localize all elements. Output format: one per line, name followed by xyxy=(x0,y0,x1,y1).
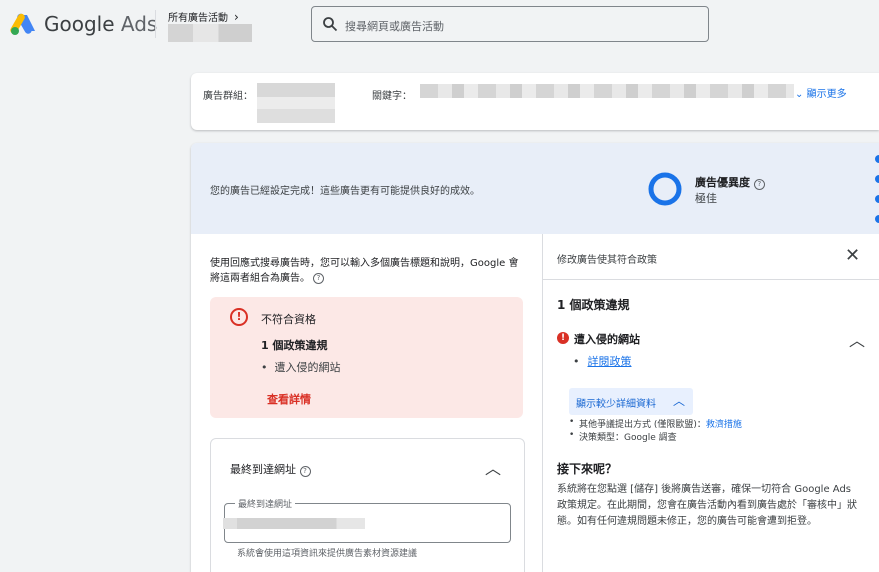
ad-editor-card: 您的廣告已經設定完成！這些廣告更有可能提供良好的成效。 廣告優異度 ? 極佳 使… xyxy=(191,143,879,572)
edge-indicator-dot xyxy=(875,195,879,203)
error-icon: ! xyxy=(230,308,248,326)
redacted-final-url xyxy=(223,518,365,529)
ad-strength-ring-icon xyxy=(648,172,682,206)
help-icon[interactable]: ? xyxy=(313,272,324,284)
breadcrumb-all-campaigns[interactable]: 所有廣告活動 › xyxy=(168,9,239,24)
view-details-link[interactable]: 查看詳情 xyxy=(267,391,311,407)
search-input-placeholder[interactable]: 搜尋網頁或廣告活動 xyxy=(345,18,444,34)
alert-violation-count: 1 個政策違規 xyxy=(261,339,328,352)
final-url-field[interactable]: 最終到達網址 xyxy=(223,497,511,543)
redacted-ad-group xyxy=(257,83,335,123)
show-less-details-button[interactable]: 顯示較少詳細資料 ︿ xyxy=(569,388,693,415)
ad-strength-banner: 您的廣告已經設定完成！這些廣告更有可能提供良好的成效。 廣告優異度 ? 極佳 xyxy=(191,143,879,234)
redacted-campaign-name xyxy=(168,24,252,42)
policy-fix-panel: 修改廣告使其符合政策 ✕ 1 個政策違規 ! 遭入侵的網站 ︿ • 詳閱政策 顯示… xyxy=(542,234,879,572)
rsa-description: 使用回應式搜尋廣告時，您可以輸入多個廣告標題和說明，Google 會將這兩者組合… xyxy=(210,258,519,284)
help-icon[interactable]: ? xyxy=(299,466,311,477)
ad-strength-label: 廣告優異度 ? xyxy=(695,174,765,190)
ad-form-column: 使用回應式搜尋廣告時，您可以輸入多個廣告標題和說明，Google 會將這兩者組合… xyxy=(191,234,542,572)
final-url-hint: 系統會使用這項資訊來提供廣告素材資源建議 xyxy=(237,549,418,559)
google-ads-wordmark: Google Ads xyxy=(44,12,158,36)
final-url-field-label: 最終到達網址 xyxy=(235,497,296,510)
detail-other-dispute: 其他爭議提出方式 (僅限歐盟)：救濟措施 xyxy=(579,420,742,430)
chevron-right-icon: › xyxy=(234,10,239,24)
header-divider xyxy=(155,10,156,38)
search-icon xyxy=(323,17,338,32)
panel-title: 修改廣告使其符合政策 xyxy=(557,255,657,266)
chevron-up-icon[interactable]: ︿ xyxy=(849,327,865,351)
edge-indicator-dot xyxy=(875,215,879,223)
panel-header: 修改廣告使其符合政策 ✕ xyxy=(543,234,879,280)
ad-group-label: 廣告群組： xyxy=(203,91,253,102)
final-url-section: 最終到達網址 ? ︿ 最終到達網址 系統會使用這項資訊來提供廣告素材資源建議 xyxy=(210,438,525,572)
chevron-down-icon: ⌄ xyxy=(795,89,804,100)
edge-indicator-dot xyxy=(875,155,879,163)
bullet: • xyxy=(569,430,575,440)
show-less-details-label: 顯示較少詳細資料 xyxy=(576,399,656,410)
alert-title: 不符合資格 xyxy=(261,313,316,326)
keywords-label: 關鍵字： xyxy=(372,91,412,102)
redacted-keywords xyxy=(420,84,794,98)
violation-name: 遭入侵的網站 xyxy=(574,333,640,346)
banner-message: 您的廣告已經設定完成！這些廣告更有可能提供良好的成效。 xyxy=(210,186,480,197)
ad-strength-value: 極佳 xyxy=(695,192,717,205)
search-box[interactable]: 搜尋網頁或廣告活動 xyxy=(311,6,709,42)
detail-decision-type: 決策類型：Google 調查 xyxy=(579,433,677,443)
error-icon: ! xyxy=(557,332,569,344)
help-icon[interactable]: ? xyxy=(753,179,765,190)
chevron-up-icon[interactable]: ︿ xyxy=(485,455,501,479)
remedies-link[interactable]: 救濟措施 xyxy=(706,420,742,430)
bullet: • xyxy=(569,417,575,427)
whats-next-title: 接下來呢？ xyxy=(557,462,618,476)
chevron-up-icon: ︿ xyxy=(673,394,686,408)
show-more-button[interactable]: ⌄ 顯示更多 xyxy=(795,85,847,100)
ad-group-info-bar: 廣告群組： 關鍵字： ⌄ 顯示更多 xyxy=(191,73,879,130)
eligibility-alert: ! 不符合資格 1 個政策違規 • 遭入侵的網站 查看詳情 xyxy=(210,297,523,418)
whats-next-body: 系統將在您點選 [儲存] 後將廣告送審，確保一切符合 Google Ads 政策… xyxy=(557,484,857,527)
alert-violation-item: • 遭入侵的網站 xyxy=(261,361,341,374)
close-icon[interactable]: ✕ xyxy=(845,245,860,266)
edge-indicator-dot xyxy=(875,175,879,183)
final-url-title: 最終到達網址 ? xyxy=(230,461,311,477)
policy-violation-count: 1 個政策違規 xyxy=(557,298,630,312)
google-ads-logo-icon xyxy=(10,13,35,35)
read-policy-link[interactable]: • 詳閱政策 xyxy=(573,353,632,369)
